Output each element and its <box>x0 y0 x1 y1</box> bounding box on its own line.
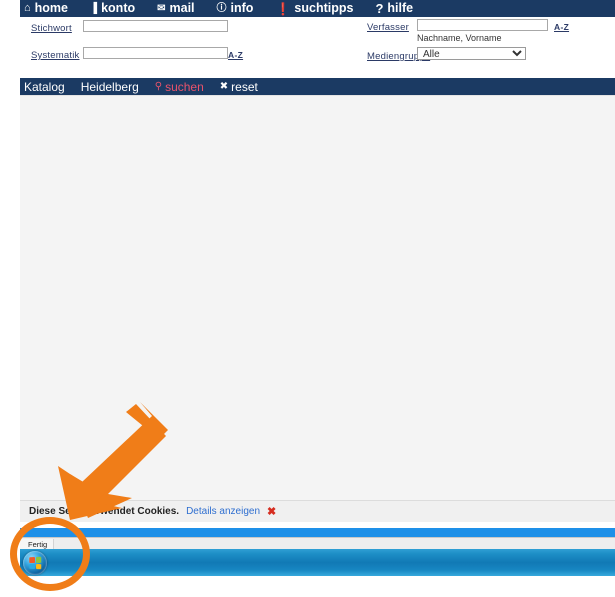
magnifier-icon: ⚲ <box>155 82 162 92</box>
search-form: Stichwort Systematik A-Z Verfasser A-Z N… <box>20 17 615 75</box>
card-icon: ▐ <box>90 4 97 14</box>
location-label: Heidelberg <box>81 81 139 93</box>
browser-page: ⌂ home ▐ konto ✉ mail ⓘ info ❗ suchtipps… <box>0 0 615 528</box>
reset-button[interactable]: ✖ reset <box>220 81 258 93</box>
windows-start-orb-icon[interactable] <box>23 551 47 575</box>
nav-item-suchtipps-label: suchtipps <box>294 2 353 15</box>
windows-logo-icon <box>29 556 41 569</box>
cookie-message: Diese Seite verwendet Cookies. <box>29 506 179 517</box>
nav-item-home-label: home <box>35 2 68 15</box>
envelope-icon: ✉ <box>157 4 165 14</box>
verfasser-hint: Nachname, Vorname <box>417 33 502 43</box>
search-button[interactable]: ⚲ suchen <box>155 81 204 93</box>
systematik-az-link[interactable]: A-Z <box>228 50 243 60</box>
nav-item-konto[interactable]: ▐ konto <box>90 2 135 15</box>
cookie-consent-bar: Diese Seite verwendet Cookies. Details a… <box>20 500 615 522</box>
exclamation-icon: ❗ <box>275 3 290 15</box>
nav-item-hilfe-label: hilfe <box>387 2 413 15</box>
nav-item-mail[interactable]: ✉ mail <box>157 2 194 15</box>
status-text: Fertig <box>20 539 54 550</box>
systematik-input[interactable] <box>83 47 228 59</box>
verfasser-az-link[interactable]: A-Z <box>554 22 569 32</box>
verfasser-label[interactable]: Verfasser <box>367 22 409 33</box>
nav-item-info-label: info <box>231 2 254 15</box>
nav-item-suchtipps[interactable]: ❗ suchtipps <box>275 2 353 15</box>
nav-item-hilfe[interactable]: ? hilfe <box>375 2 413 15</box>
main-navigation: ⌂ home ▐ konto ✉ mail ⓘ info ❗ suchtipps… <box>20 0 615 17</box>
verfasser-input[interactable] <box>417 19 548 31</box>
stichwort-input[interactable] <box>83 20 228 32</box>
nav-item-mail-label: mail <box>170 2 195 15</box>
search-button-label: suchen <box>165 81 204 93</box>
stichwort-label[interactable]: Stichwort <box>31 23 72 34</box>
nav-item-info[interactable]: ⓘ info <box>217 2 254 15</box>
systematik-label[interactable]: Systematik <box>31 50 79 61</box>
info-icon: ⓘ <box>217 4 227 14</box>
question-icon: ? <box>375 2 383 15</box>
close-x-icon: ✖ <box>220 82 228 92</box>
catalog-label: Katalog <box>24 81 65 93</box>
results-area <box>20 95 615 501</box>
nav-item-konto-label: konto <box>101 2 135 15</box>
cookie-details-link[interactable]: Details anzeigen <box>186 506 260 517</box>
catalog-action-bar: Katalog Heidelberg ⚲ suchen ✖ reset <box>20 78 615 95</box>
reset-button-label: reset <box>231 81 258 93</box>
windows-taskbar <box>20 549 615 576</box>
page-bottom-strip <box>20 528 615 537</box>
mediengruppe-select[interactable]: Alle <box>417 47 526 60</box>
house-icon: ⌂ <box>24 3 31 14</box>
nav-item-home[interactable]: ⌂ home <box>24 2 68 15</box>
cookie-close-icon[interactable]: ✖ <box>267 505 276 518</box>
